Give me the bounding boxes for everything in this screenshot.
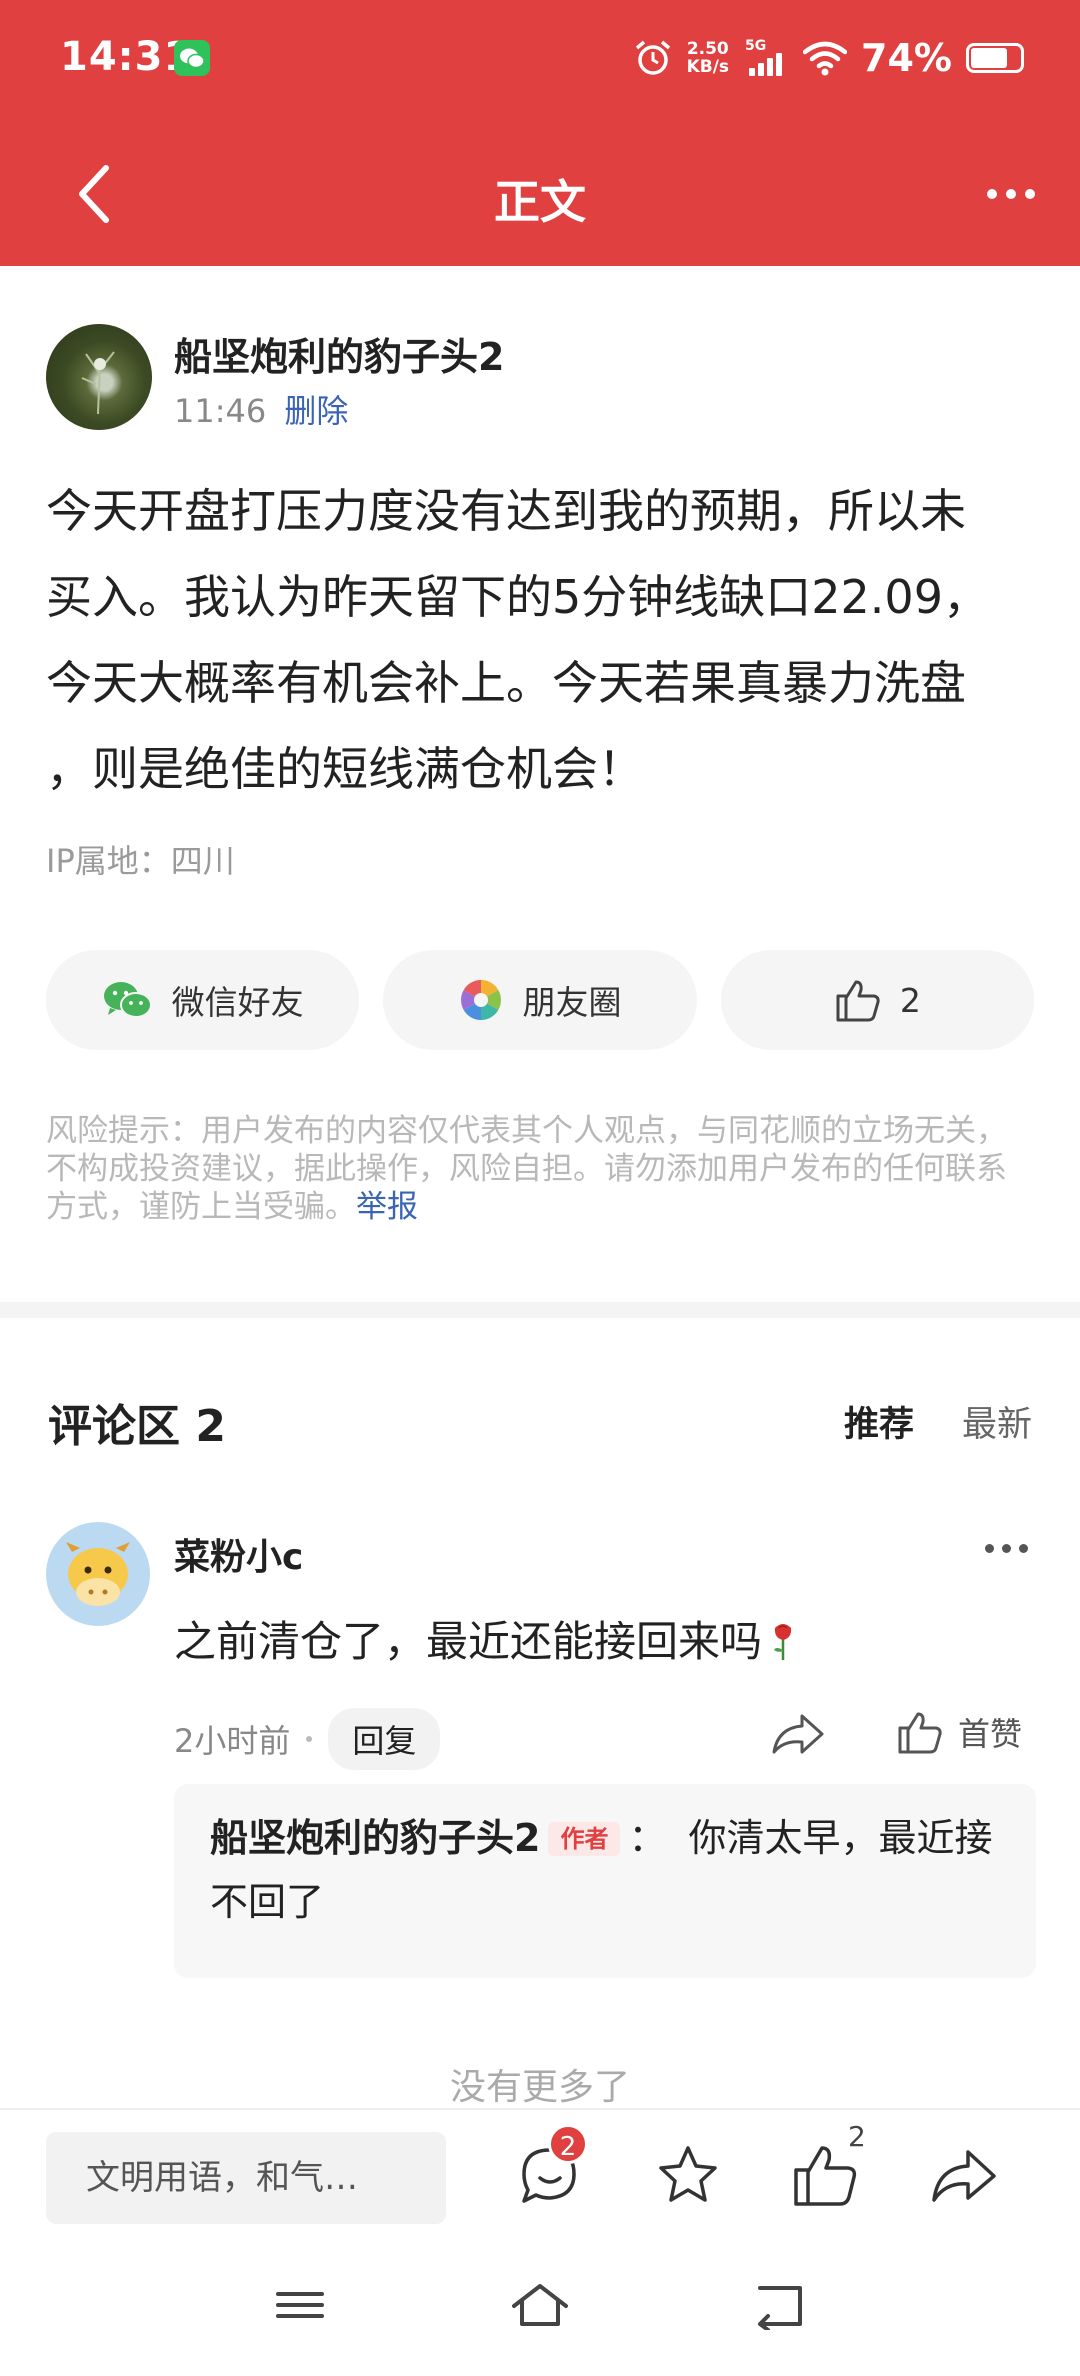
star-icon bbox=[659, 2146, 717, 2202]
favorite-button[interactable] bbox=[650, 2138, 726, 2214]
comments-title: 评论区 2 bbox=[48, 1401, 226, 1452]
reply-author-name[interactable]: 船坚炮利的豹子头2 bbox=[210, 1816, 540, 1860]
share-moments-button[interactable]: 朋友圈 bbox=[383, 950, 697, 1050]
cellular-signal-icon: 5G bbox=[743, 38, 789, 78]
sort-recommended-tab[interactable]: 推荐 bbox=[844, 1396, 914, 1447]
more-options-button[interactable] bbox=[976, 174, 1046, 214]
share-moments-label: 朋友圈 bbox=[522, 983, 622, 1022]
share-wechat-friend-button[interactable]: 微信好友 bbox=[46, 950, 360, 1050]
bottom-action-bar: 文明用语，和气… 2 2 bbox=[0, 2108, 1080, 2376]
moments-icon bbox=[461, 980, 502, 1020]
comment-more-button[interactable] bbox=[976, 1538, 1036, 1558]
author-name[interactable]: 船坚炮利的豹子头2 bbox=[174, 326, 504, 381]
reply-button[interactable]: 回复 bbox=[328, 1708, 441, 1770]
author-reply[interactable]: 船坚炮利的豹子头2 作者：你清太早，最近接不回了 bbox=[174, 1784, 1036, 1978]
share-row: 微信好友 朋友圈 2 bbox=[46, 950, 1034, 1050]
wechat-notification-icon bbox=[174, 40, 210, 76]
section-divider bbox=[0, 1302, 1080, 1318]
status-time: 14:31 bbox=[60, 34, 193, 80]
risk-notice: 风险提示：用户发布的内容仅代表其个人观点，与同花顺的立场无关，不构成投资建议，据… bbox=[46, 1112, 1036, 1226]
battery-percent: 74% bbox=[861, 36, 952, 80]
post-like-count: 2 bbox=[899, 980, 921, 1020]
sort-latest-tab[interactable]: 最新 bbox=[962, 1396, 1032, 1447]
back-nav-icon[interactable] bbox=[750, 2280, 810, 2330]
thumbs-up-icon bbox=[898, 1712, 942, 1754]
reply-separator: ： bbox=[628, 1816, 667, 1860]
author-tag-badge: 作者 bbox=[548, 1822, 621, 1856]
comment-sort-tabs: 推荐 最新 bbox=[844, 1396, 1032, 1447]
comments-button[interactable]: 2 bbox=[512, 2124, 588, 2214]
comment-count-badge: 2 bbox=[548, 2124, 588, 2164]
delete-link[interactable]: 删除 bbox=[284, 392, 348, 430]
comment-like-label: 首赞 bbox=[958, 1715, 1023, 1753]
share-wechat-label: 微信好友 bbox=[171, 983, 304, 1022]
system-navigation-bar bbox=[0, 2260, 1080, 2360]
ip-location: IP属地：四川 bbox=[46, 842, 235, 880]
author-avatar[interactable] bbox=[46, 324, 152, 430]
status-icons: 2.50 KB/s 5G 74% bbox=[633, 36, 1024, 80]
wechat-icon bbox=[103, 982, 152, 1018]
comment-meta: 2小时前 回复 bbox=[174, 1708, 441, 1770]
bottom-share-button[interactable] bbox=[926, 2138, 1002, 2214]
rose-emoji-icon bbox=[774, 1624, 792, 1660]
post-content: 今天开盘打压力度没有达到我的预期，所以未 买入。我认为昨天留下的5分钟线缺口22… bbox=[46, 484, 989, 796]
comment-time: 2小时前 bbox=[174, 1722, 291, 1760]
comment-like-button[interactable]: 首赞 bbox=[896, 1708, 1022, 1756]
commenter-name[interactable]: 菜粉小c bbox=[174, 1528, 303, 1580]
post-meta: 11:46 删除 bbox=[174, 386, 348, 432]
app-header: 14:31 2.50 KB/s 5G 74% 正文 bbox=[0, 0, 1080, 266]
post-author-row: 船坚炮利的豹子头2 11:46 删除 bbox=[46, 324, 1036, 434]
alarm-icon bbox=[635, 40, 670, 75]
page-title: 正文 bbox=[494, 175, 586, 229]
comment-item: 菜粉小c 之前清仓了，最近还能接回来吗 2小时前 回复 首赞 船坚炮利的豹子头2… bbox=[46, 1520, 1036, 1980]
network-speed: 2.50 KB/s bbox=[686, 39, 730, 77]
home-nav-icon[interactable] bbox=[510, 2280, 570, 2330]
nav-bar: 正文 bbox=[0, 140, 1080, 250]
thumbs-up-icon bbox=[836, 980, 880, 1022]
commenter-avatar[interactable] bbox=[46, 1522, 150, 1626]
share-arrow-icon bbox=[932, 2150, 996, 2202]
post-time: 11:46 bbox=[174, 392, 267, 430]
bottom-like-count: 2 bbox=[848, 2120, 866, 2153]
status-bar: 14:31 2.50 KB/s 5G 74% bbox=[0, 0, 1080, 120]
report-link[interactable]: 举报 bbox=[356, 1189, 418, 1225]
menu-nav-icon[interactable] bbox=[270, 2280, 330, 2330]
battery-icon bbox=[966, 43, 1024, 73]
comment-text: 之前清仓了，最近还能接回来吗 bbox=[174, 1608, 798, 1669]
risk-notice-text: 风险提示：用户发布的内容仅代表其个人观点，与同花顺的立场无关，不构成投资建议，据… bbox=[46, 1113, 1007, 1225]
meta-separator-dot bbox=[306, 1736, 313, 1742]
comment-share-icon[interactable] bbox=[770, 1710, 826, 1760]
comment-input[interactable]: 文明用语，和气… bbox=[46, 2132, 446, 2224]
no-more-text: 没有更多了 bbox=[449, 2067, 630, 2108]
post-like-button[interactable]: 2 bbox=[720, 950, 1034, 1050]
bottom-like-button[interactable]: 2 bbox=[788, 2120, 866, 2214]
wifi-icon bbox=[803, 41, 848, 76]
